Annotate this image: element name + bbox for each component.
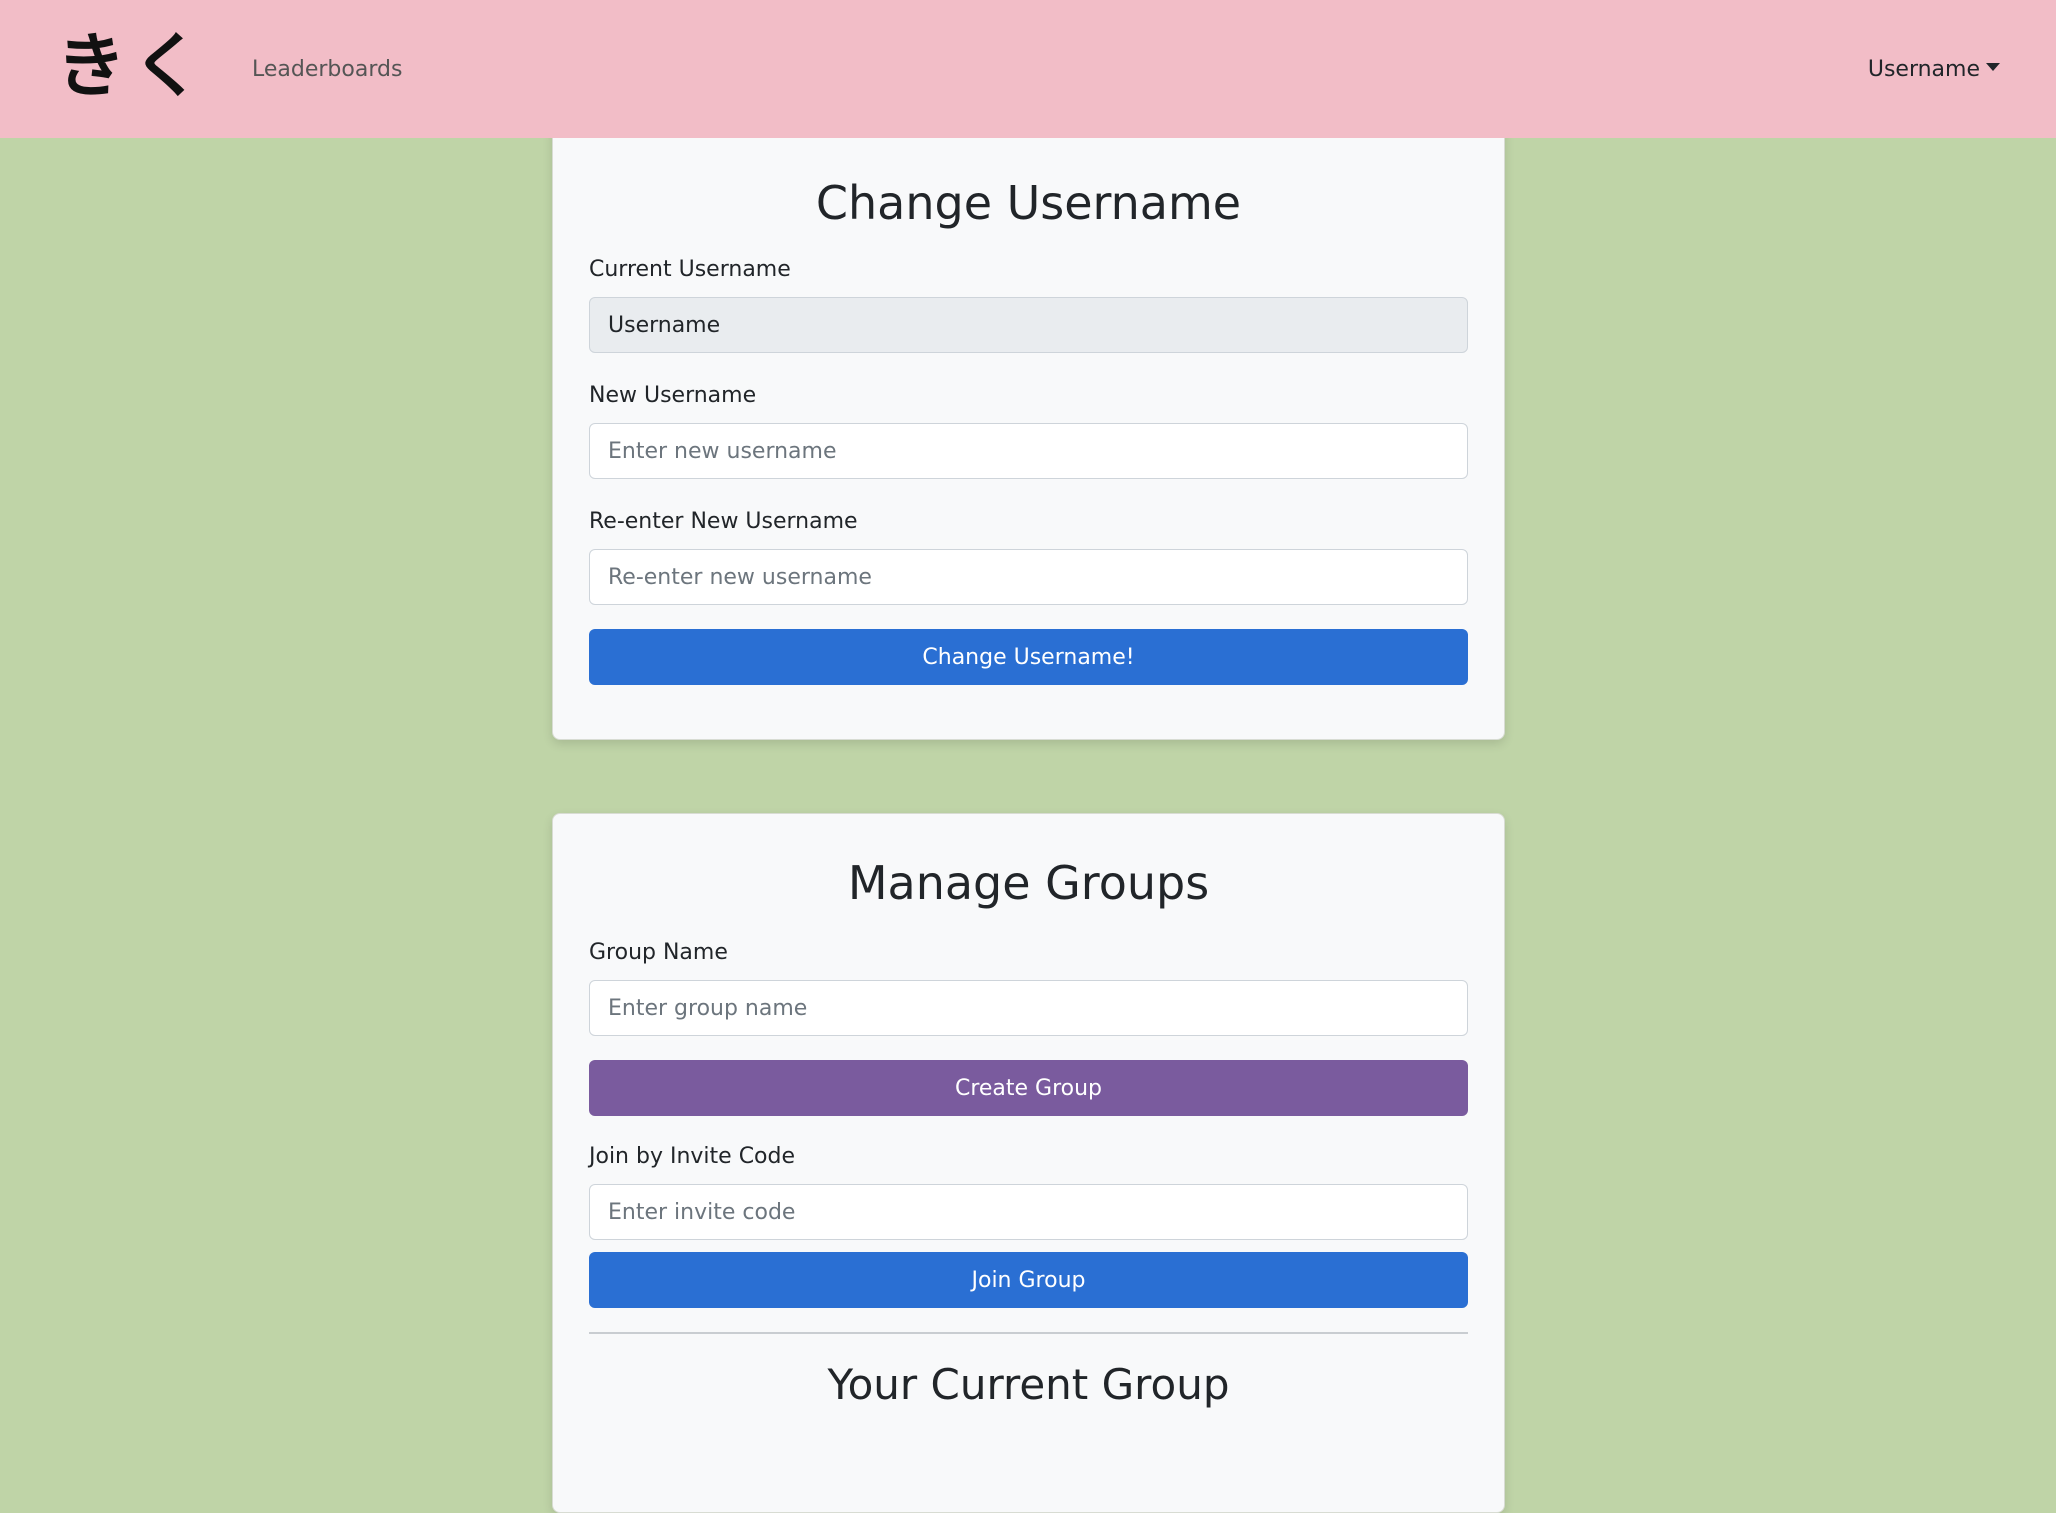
reenter-username-input[interactable]	[589, 549, 1468, 605]
current-username-field	[589, 297, 1468, 353]
caret-down-icon	[1986, 63, 2000, 71]
change-username-title: Change Username	[815, 176, 1242, 230]
change-username-card: Change Username Current Username New Use…	[552, 128, 1505, 740]
user-menu-dropdown[interactable]: Username	[1868, 57, 2000, 82]
invite-code-label: Join by Invite Code	[589, 1144, 796, 1169]
nav-link-leaderboards[interactable]: Leaderboards	[252, 57, 402, 82]
brand-logo[interactable]: きく	[56, 31, 208, 101]
user-menu-label: Username	[1867, 56, 1980, 82]
divider	[589, 1332, 1468, 1334]
create-group-button[interactable]: Create Group	[589, 1060, 1468, 1116]
group-name-label: Group Name	[589, 940, 728, 965]
new-username-label: New Username	[589, 383, 757, 408]
change-username-button[interactable]: Change Username!	[589, 629, 1468, 685]
manage-groups-card: Manage Groups Group Name Create Group Jo…	[552, 813, 1505, 1513]
navbar: きく Leaderboards Username	[0, 0, 2056, 138]
invite-code-input[interactable]	[589, 1184, 1468, 1240]
manage-groups-title: Manage Groups	[847, 856, 1210, 910]
new-username-input[interactable]	[589, 423, 1468, 479]
join-group-button[interactable]: Join Group	[589, 1252, 1468, 1308]
current-group-title: Your Current Group	[827, 1360, 1230, 1409]
current-username-label: Current Username	[589, 257, 791, 282]
group-name-input[interactable]	[589, 980, 1468, 1036]
reenter-username-label: Re-enter New Username	[589, 509, 858, 534]
